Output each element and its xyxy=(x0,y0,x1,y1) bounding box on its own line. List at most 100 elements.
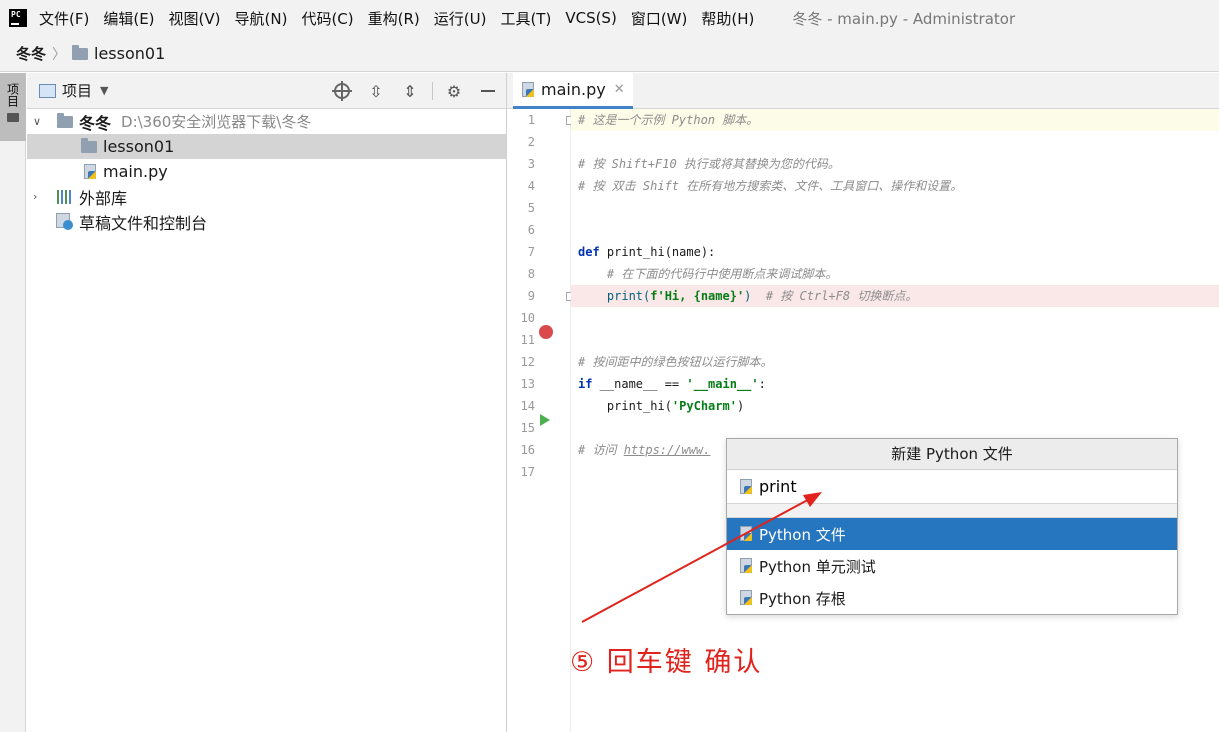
locate-file-button[interactable] xyxy=(332,81,352,101)
code-line-3[interactable]: # 按 Shift+F10 执行或将其替换为您的代码。 xyxy=(571,153,1219,175)
line-number: 12 xyxy=(520,355,535,369)
python-file-icon xyxy=(521,81,535,98)
tree-item-label: 外部库 xyxy=(79,188,128,208)
chevron-right-icon[interactable]: › xyxy=(33,190,37,203)
collapse-all-icon: ⇕ xyxy=(403,81,417,101)
hide-panel-button[interactable] xyxy=(478,81,498,101)
run-icon[interactable] xyxy=(540,414,550,426)
comment: # 访问 xyxy=(578,443,624,457)
menu-tools[interactable]: 工具(T) xyxy=(500,8,551,29)
new-python-file-popup: 新建 Python 文件 Python 文件 Python 单元测试 Pytho… xyxy=(726,438,1178,615)
breakpoint-icon[interactable] xyxy=(539,325,553,339)
tree-item-label: lesson01 xyxy=(103,137,175,156)
file-name-input[interactable] xyxy=(759,477,1139,496)
menu-vcs[interactable]: VCS(S) xyxy=(565,9,616,27)
code-text: print_hi(name): xyxy=(599,245,716,259)
popup-option-label: Python 单元测试 xyxy=(759,557,876,576)
line-number: 17 xyxy=(520,465,535,479)
menu-window[interactable]: 窗口(W) xyxy=(631,8,688,29)
comment: # 在下面的代码行中使用断点来调试脚本。 xyxy=(578,267,838,281)
popup-option-python-stub[interactable]: Python 存根 xyxy=(727,582,1177,614)
line-number: 16 xyxy=(520,443,535,457)
scratch-file-icon xyxy=(56,213,73,230)
menu-navigate[interactable]: 导航(N) xyxy=(235,8,288,29)
code-line-13[interactable]: if __name__ == '__main__': xyxy=(571,373,1219,395)
popup-option-label: Python 文件 xyxy=(759,525,846,544)
line-number: 11 xyxy=(520,333,535,347)
editor: main.py ✕ 1 2 3 4 5 6 7 8 9 10 11 12 13 … xyxy=(507,73,1219,732)
menu-view[interactable]: 视图(V) xyxy=(169,8,221,29)
code-line-9[interactable]: print(f'Hi, {name}') # 按 Ctrl+F8 切换断点。 xyxy=(571,285,1219,307)
menu-file[interactable]: 文件(F) xyxy=(39,8,89,29)
tree-item-external-libraries[interactable]: › 外部库 xyxy=(27,184,506,209)
popup-title: 新建 Python 文件 xyxy=(727,439,1177,470)
tree-root-name: 冬冬 xyxy=(79,113,112,133)
python-file-icon xyxy=(739,526,753,542)
tab-label: main.py xyxy=(541,80,606,99)
folder-icon xyxy=(72,44,89,60)
chevron-down-icon[interactable]: ∨ xyxy=(33,115,41,128)
menu-code[interactable]: 代码(C) xyxy=(301,8,353,29)
menu-edit[interactable]: 编辑(E) xyxy=(103,8,154,29)
breadcrumb-lesson01[interactable]: lesson01 xyxy=(94,44,165,63)
line-number: 6 xyxy=(527,223,535,237)
project-tool-label: 项目 xyxy=(5,83,20,107)
popup-option-python-file[interactable]: Python 文件 xyxy=(727,518,1177,550)
project-view-icon xyxy=(39,83,56,98)
line-number: 8 xyxy=(527,267,535,281)
code-text: : xyxy=(758,377,766,391)
code-line-8[interactable]: # 在下面的代码行中使用断点来调试脚本。 xyxy=(571,263,1219,285)
collapse-all-button[interactable]: ⇕ xyxy=(400,81,420,101)
code-line-4[interactable]: # 按 双击 Shift 在所有地方搜索类、文件、工具窗口、操作和设置。 xyxy=(571,175,1219,197)
comment: # 这是一个示例 Python 脚本。 xyxy=(578,113,759,127)
expand-all-button[interactable]: ⇳ xyxy=(366,81,386,101)
string-literal: '__main__' xyxy=(686,377,759,391)
close-icon[interactable]: ✕ xyxy=(614,82,625,97)
code-text: __name__ == xyxy=(592,377,687,391)
chevron-down-icon[interactable]: ▼ xyxy=(100,84,108,97)
breadcrumb-root[interactable]: 冬冬 xyxy=(16,43,46,64)
string-literal: f'Hi, {name}' xyxy=(650,289,745,303)
string-literal: 'PyCharm' xyxy=(671,399,737,413)
project-panel-title[interactable]: 项目 xyxy=(62,80,92,101)
tree-item-scratches[interactable]: 草稿文件和控制台 xyxy=(27,209,506,234)
code-link[interactable]: https://www. xyxy=(624,443,711,457)
line-number: 1 xyxy=(527,113,535,127)
breadcrumb: 冬冬 〉 lesson01 xyxy=(0,36,1219,72)
line-number: 4 xyxy=(527,179,535,193)
code-area[interactable]: # 这是一个示例 Python 脚本。 # 按 Shift+F10 执行或将其替… xyxy=(571,109,1219,732)
python-file-icon xyxy=(739,478,753,495)
line-number: 15 xyxy=(520,421,535,435)
crosshair-icon xyxy=(332,81,352,101)
tree-item-main-py[interactable]: main.py xyxy=(27,159,506,184)
line-number: 7 xyxy=(527,245,535,259)
project-tool-button[interactable]: 项目 xyxy=(0,73,26,141)
folder-icon xyxy=(7,113,19,122)
code-line-1[interactable]: # 这是一个示例 Python 脚本。 xyxy=(571,109,1219,131)
code-line-12[interactable]: # 按间距中的绿色按钮以运行脚本。 xyxy=(571,351,1219,373)
editor-gutter[interactable]: 1 2 3 4 5 6 7 8 9 10 11 12 13 14 15 16 1… xyxy=(507,109,575,732)
comment: # 按 双击 Shift 在所有地方搜索类、文件、工具窗口、操作和设置。 xyxy=(578,179,963,193)
menu-run[interactable]: 运行(U) xyxy=(434,8,487,29)
tree-root-path: D:\360安全浏览器下载\冬冬 xyxy=(121,113,312,131)
project-panel: 项目 ▼ ⇳ ⇕ ⚙ ∨ 冬冬 D:\360安全浏览器下载\冬冬 lesson0… xyxy=(27,73,507,732)
tab-main-py[interactable]: main.py ✕ xyxy=(513,73,633,109)
menu-refactor[interactable]: 重构(R) xyxy=(368,8,420,29)
tree-item-lesson01[interactable]: lesson01 xyxy=(27,134,506,159)
folder-icon xyxy=(57,112,73,128)
window-title: 冬冬 - main.py - Administrator xyxy=(792,9,1016,28)
line-number: 10 xyxy=(520,311,535,325)
keyword: def xyxy=(578,245,600,259)
code-line-14[interactable]: print_hi('PyCharm') xyxy=(571,395,1219,417)
popup-separator xyxy=(727,504,1177,518)
settings-button[interactable]: ⚙ xyxy=(444,81,464,101)
popup-option-python-unit-test[interactable]: Python 单元测试 xyxy=(727,550,1177,582)
tree-item-root[interactable]: ∨ 冬冬 D:\360安全浏览器下载\冬冬 xyxy=(27,109,506,134)
toolbar-divider xyxy=(432,82,433,100)
menu-help[interactable]: 帮助(H) xyxy=(701,8,754,29)
left-tool-strip: 项目 xyxy=(0,73,26,732)
expand-all-icon: ⇳ xyxy=(369,81,383,101)
comment: # 按 Shift+F10 执行或将其替换为您的代码。 xyxy=(578,157,840,171)
code-line-7[interactable]: def print_hi(name): xyxy=(571,241,1219,263)
code-text: ) xyxy=(736,399,745,413)
